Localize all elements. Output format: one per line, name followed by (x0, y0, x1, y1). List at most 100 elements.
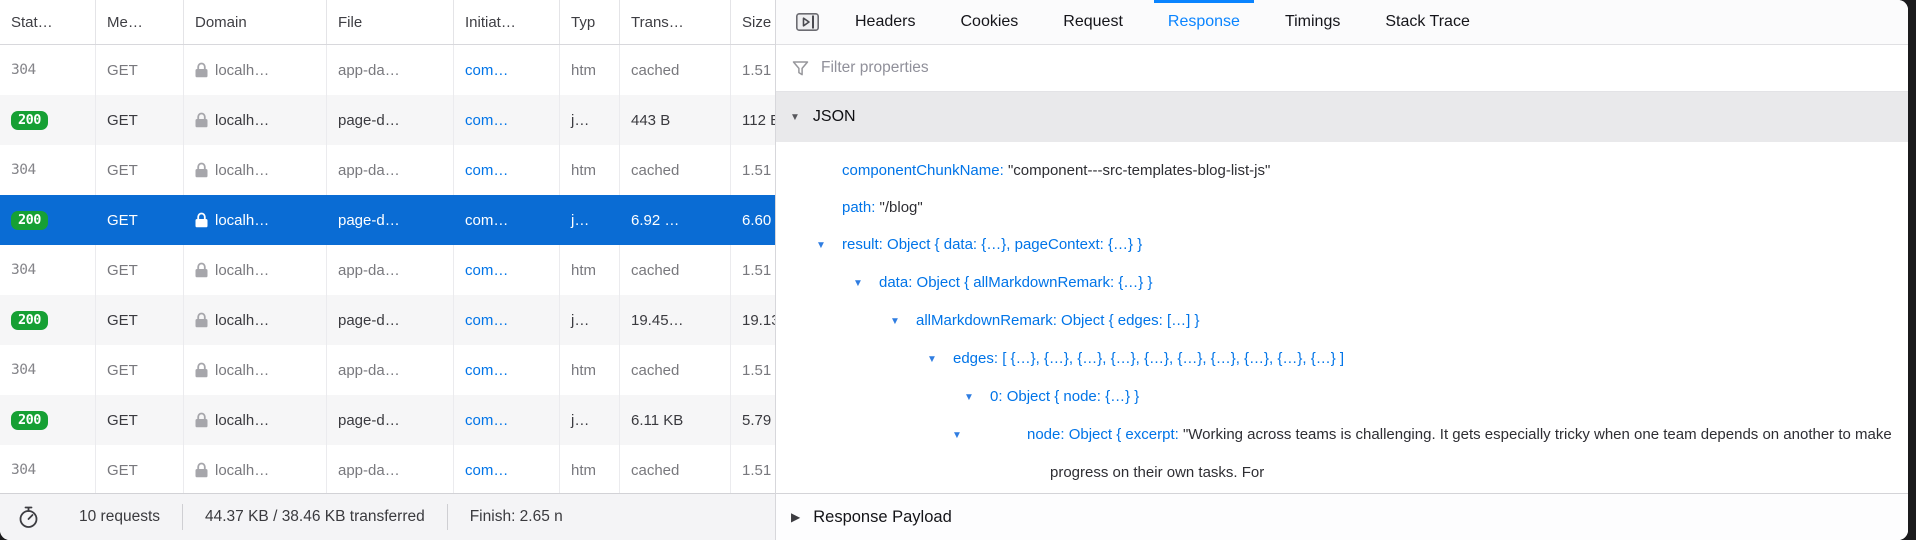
json-tree-node[interactable]: ▼0: Object { node: {…} } (776, 378, 1908, 416)
twisty-down-icon[interactable]: ▼ (853, 265, 879, 302)
transferred-cell: 6.92 … (620, 195, 731, 245)
json-tree: componentChunkName: "component---src-tem… (776, 142, 1908, 493)
json-tree-node[interactable]: ▼allMarkdownRemark: Object { edges: […] … (776, 302, 1908, 340)
lock-icon (195, 112, 208, 128)
status-cell: 200 (0, 395, 96, 445)
request-row[interactable]: 304GETlocalh…app-da…com…htmcached1.51 KB (0, 345, 775, 395)
request-row[interactable]: 304GETlocalh…app-da…com…htmcached1.51 KB (0, 445, 775, 493)
json-tree-node[interactable]: ▼result: Object { data: {…}, pageContext… (776, 226, 1908, 264)
request-row[interactable]: 304GETlocalh…app-da…com…htmcached1.51 KB (0, 145, 775, 195)
request-row[interactable]: 200GETlocalh…page-d…com…j…443 B112 B (0, 95, 775, 145)
filter-funnel-icon (792, 60, 809, 77)
type-cell: j… (560, 395, 620, 445)
size-cell: 1.51 KB (731, 345, 775, 395)
tab-timings[interactable]: Timings (1271, 0, 1354, 44)
requests-pane: Stat…Me…DomainFileInitiat…TypTrans…Size … (0, 0, 776, 540)
file-cell: app-da… (327, 445, 454, 493)
method-cell: GET (96, 95, 184, 145)
type-cell: htm (560, 145, 620, 195)
lock-icon (195, 262, 208, 278)
twisty-down-icon[interactable]: ▼ (816, 227, 842, 264)
column-header-size[interactable]: Size (731, 0, 775, 44)
initiator-cell[interactable]: com… (454, 395, 560, 445)
initiator-cell[interactable]: com… (454, 445, 560, 493)
tab-cookies[interactable]: Cookies (946, 0, 1032, 44)
json-section-header[interactable]: ▼ JSON (776, 92, 1908, 142)
statusbar-divider (447, 504, 448, 530)
lock-icon (195, 62, 208, 78)
status-badge: 200 (11, 211, 48, 230)
method-cell: GET (96, 345, 184, 395)
collapse-twisty-icon[interactable]: ▼ (790, 112, 800, 123)
tab-stack-trace[interactable]: Stack Trace (1371, 0, 1483, 44)
lock-icon (195, 362, 208, 378)
tab-response[interactable]: Response (1154, 0, 1254, 44)
lock-icon (195, 412, 208, 428)
column-header-method[interactable]: Me… (96, 0, 184, 44)
response-payload-section[interactable]: ▶ Response Payload (776, 493, 1908, 540)
stopwatch-icon (18, 506, 39, 529)
split-pane-toggle-icon[interactable] (796, 13, 819, 31)
column-header-transferred[interactable]: Trans… (620, 0, 731, 44)
size-cell: 1.51 KB (731, 445, 775, 493)
column-header-status[interactable]: Stat… (0, 0, 96, 44)
request-row[interactable]: 304GETlocalh…app-da…com…htmcached1.51 KB (0, 45, 775, 95)
status-cell: 304 (0, 245, 96, 295)
json-tree-node[interactable]: ▼node: Object { excerpt: "Working across… (776, 416, 1908, 491)
json-section-label: JSON (813, 108, 856, 126)
type-cell: htm (560, 45, 620, 95)
status-cell: 304 (0, 145, 96, 195)
lock-icon (195, 162, 208, 178)
initiator-cell[interactable]: com… (454, 245, 560, 295)
finish-time: Finish: 2.65 n (470, 508, 563, 526)
status-cell: 304 (0, 45, 96, 95)
size-cell: 5.79 KB (731, 395, 775, 445)
domain-cell: localh… (184, 395, 327, 445)
transferred-cell: cached (620, 345, 731, 395)
tab-request[interactable]: Request (1049, 0, 1137, 44)
file-cell: page-d… (327, 295, 454, 345)
response-payload-label: Response Payload (813, 508, 952, 527)
initiator-cell[interactable]: com… (454, 295, 560, 345)
network-rows: 304GETlocalh…app-da…com…htmcached1.51 KB… (0, 45, 775, 493)
method-cell: GET (96, 195, 184, 245)
method-cell: GET (96, 145, 184, 195)
column-header-file[interactable]: File (327, 0, 454, 44)
twisty-down-icon[interactable]: ▼ (1001, 417, 1027, 454)
json-tree-node[interactable]: ▼data: Object { allMarkdownRemark: {…} } (776, 264, 1908, 302)
twisty-down-icon[interactable]: ▼ (964, 379, 990, 416)
method-cell: GET (96, 445, 184, 493)
initiator-cell[interactable]: com… (454, 95, 560, 145)
json-tree-node[interactable]: ▼edges: [ {…}, {…}, {…}, {…}, {…}, {…}, … (776, 340, 1908, 378)
request-row[interactable]: 200GETlocalh…page-d…com…j…6.92 …6.60 KB (0, 195, 775, 245)
domain-cell: localh… (184, 245, 327, 295)
twisty-down-icon[interactable]: ▼ (927, 341, 953, 378)
size-cell: 1.51 KB (731, 145, 775, 195)
transferred-cell: cached (620, 445, 731, 493)
filter-properties-input[interactable] (819, 58, 1343, 78)
network-statusbar: 10 requests 44.37 KB / 38.46 KB transfer… (0, 493, 775, 540)
initiator-cell[interactable]: com… (454, 345, 560, 395)
request-row[interactable]: 200GETlocalh…page-d…com…j…6.11 KB5.79 KB (0, 395, 775, 445)
tab-headers[interactable]: Headers (841, 0, 929, 44)
type-cell: j… (560, 95, 620, 145)
request-details-pane: Headers Cookies Request Response Timings Stac… (776, 0, 1908, 540)
column-header-type[interactable]: Typ (560, 0, 620, 44)
type-cell: j… (560, 295, 620, 345)
status-cell: 304 (0, 445, 96, 493)
transferred-cell: 6.11 KB (620, 395, 731, 445)
column-header-domain[interactable]: Domain (184, 0, 327, 44)
type-cell: htm (560, 445, 620, 493)
type-cell: htm (560, 345, 620, 395)
request-row[interactable]: 304GETlocalh…app-da…com…htmcached1.51 KB (0, 245, 775, 295)
file-cell: page-d… (327, 395, 454, 445)
initiator-cell[interactable]: com… (454, 145, 560, 195)
transferred-cell: cached (620, 145, 731, 195)
column-header-initiator[interactable]: Initiat… (454, 0, 560, 44)
request-row[interactable]: 200GETlocalh…page-d…com…j…19.45…19.13 KB (0, 295, 775, 345)
method-cell: GET (96, 45, 184, 95)
twisty-down-icon[interactable]: ▼ (890, 303, 916, 340)
initiator-cell[interactable]: com… (454, 195, 560, 245)
expand-twisty-icon[interactable]: ▶ (791, 510, 800, 524)
initiator-cell[interactable]: com… (454, 45, 560, 95)
